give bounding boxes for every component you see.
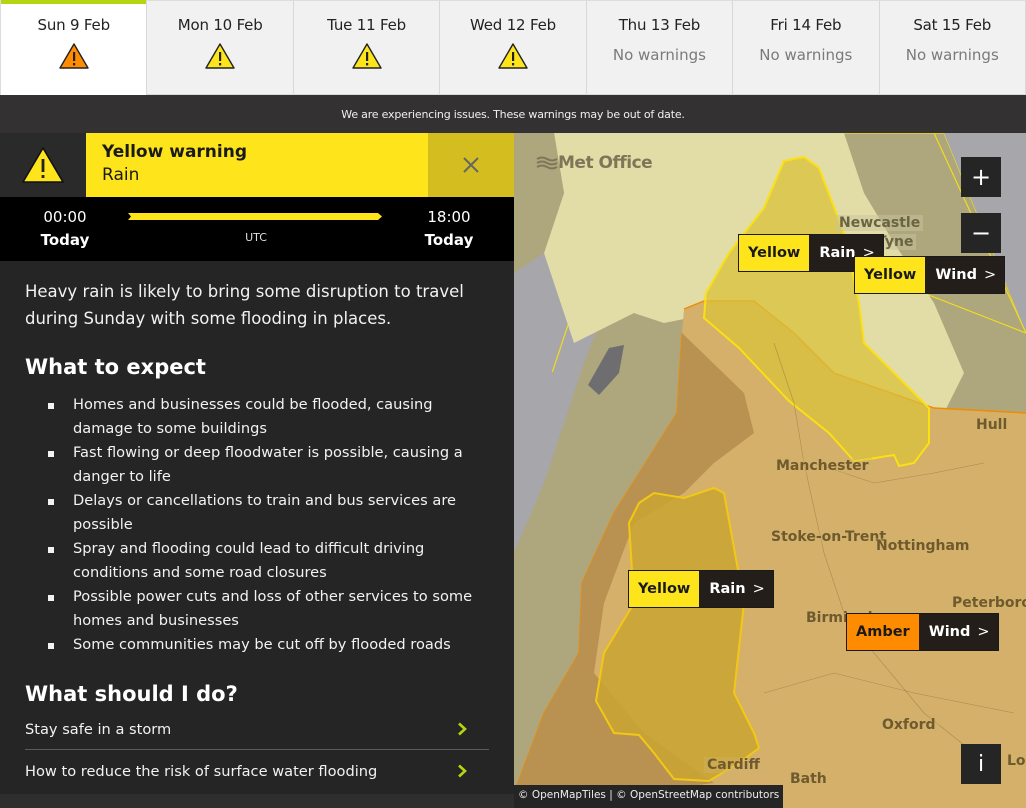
warning-header: Yellow warning Rain: [0, 133, 514, 197]
city-label: Bath: [787, 771, 830, 787]
tab-wed-12-feb[interactable]: Wed 12 Feb: [440, 1, 587, 95]
what-should-i-do-heading: What should I do?: [25, 682, 238, 706]
warning-details-panel: Yellow warning Rain 00:00 Today UTC 18:0…: [0, 133, 514, 808]
tab-thu-13-feb[interactable]: Thu 13 Feb No warnings: [586, 1, 734, 95]
timeline-start: 00:00 Today: [25, 207, 105, 253]
warning-level: Yellow: [629, 571, 700, 607]
met-office-logo-icon: [536, 156, 558, 170]
warning-level: Amber: [847, 614, 919, 650]
list-item: Delays or cancellations to train and bus…: [48, 489, 495, 537]
tab-label: Fri 14 Feb: [770, 16, 842, 34]
warning-summary: Heavy rain is likely to bring some disru…: [25, 282, 464, 328]
no-warnings-text: No warnings: [905, 46, 999, 64]
no-warnings-text: No warnings: [612, 46, 706, 64]
list-item: Fast flowing or deep floodwater is possi…: [48, 441, 495, 489]
tab-tue-11-feb[interactable]: Tue 11 Feb: [293, 1, 441, 95]
warning-icon-box: [0, 133, 86, 197]
chevron-right-icon: >: [977, 624, 990, 640]
tab-label: Mon 10 Feb: [177, 16, 263, 34]
warning-type: Rain >: [699, 571, 773, 607]
warning-chip-amber-wind[interactable]: Amber Wind >: [846, 613, 999, 651]
timezone-label: UTC: [245, 231, 267, 244]
met-office-logo: Met Office: [536, 153, 653, 173]
met-office-logo-text: Met Office: [558, 153, 653, 173]
tab-sat-15-feb[interactable]: Sat 15 Feb No warnings: [879, 1, 1026, 95]
day-tabs: Sun 9 Feb Mon 10 Feb Tue 11 Feb Wed 12 F…: [0, 0, 1026, 95]
chevron-right-icon: >: [752, 581, 765, 597]
list-item: Some communities may be cut off by flood…: [48, 633, 495, 657]
expect-list: Homes and businesses could be flooded, c…: [25, 393, 495, 657]
close-button[interactable]: [428, 133, 514, 197]
chevron-right-icon: >: [983, 267, 997, 283]
warning-chip-yellow-rain-south[interactable]: Yellow Rain >: [628, 570, 774, 608]
warning-level: Yellow: [855, 257, 926, 293]
warning-content: Heavy rain is likely to bring some disru…: [25, 278, 495, 792]
yellow-warning-icon: [498, 43, 528, 69]
tab-mon-10-feb[interactable]: Mon 10 Feb: [147, 1, 294, 95]
warning-type: Wind >: [918, 614, 998, 650]
end-day: Today: [424, 231, 474, 249]
warning-type: Rain: [102, 165, 140, 185]
city-label: Hull: [973, 417, 1011, 433]
tab-label: Wed 12 Feb: [470, 16, 556, 34]
link-label: Stay safe in a storm: [25, 720, 172, 738]
warning-type: Wind >: [925, 257, 1005, 293]
warning-type-label: Wind: [935, 267, 977, 283]
warning-type-label: Rain: [819, 245, 856, 261]
list-item: Homes and businesses could be flooded, c…: [48, 393, 495, 441]
warning-chip-yellow-wind[interactable]: Yellow Wind >: [854, 256, 1006, 294]
zoom-in-button[interactable]: +: [961, 157, 1001, 197]
list-item: Spray and flooding could lead to difficu…: [48, 537, 495, 585]
warning-title-box: Yellow warning Rain: [86, 133, 428, 197]
status-banner: We are experiencing issues. These warnin…: [0, 95, 1026, 133]
city-label: Oxford: [879, 717, 939, 733]
warnings-map[interactable]: Met Office Newcastle Tyne Hull Mancheste…: [514, 133, 1026, 808]
amber-warning-icon: [59, 43, 89, 69]
link-stay-safe-in-storm[interactable]: Stay safe in a storm: [25, 709, 489, 750]
what-to-expect-heading: What to expect: [25, 355, 206, 379]
yellow-warning-icon: [22, 147, 64, 183]
list-item: Possible power cuts and loss of other se…: [48, 585, 495, 633]
warning-type-label: Rain: [709, 581, 746, 597]
timeline-end: 18:00 Today: [409, 207, 489, 253]
start-day: Today: [40, 231, 90, 249]
link-label: How to reduce the risk of surface water …: [25, 762, 378, 780]
map-attribution[interactable]: © OpenMapTiles | © OpenStreetMap contrib…: [514, 785, 784, 808]
warning-title: Yellow warning: [102, 142, 247, 162]
yellow-warning-icon: [205, 43, 235, 69]
link-reduce-surface-water-flooding[interactable]: How to reduce the risk of surface water …: [25, 750, 489, 792]
timeline-bar: [128, 213, 382, 220]
status-banner-text: We are experiencing issues. These warnin…: [341, 107, 685, 121]
tab-label: Sat 15 Feb: [913, 16, 992, 34]
info-button[interactable]: i: [961, 744, 1001, 784]
tab-label: Thu 13 Feb: [618, 16, 701, 34]
city-label: Nottingham: [873, 538, 973, 554]
end-time: 18:00: [427, 208, 471, 226]
warning-type-label: Wind: [928, 624, 971, 640]
close-icon: [463, 157, 479, 173]
warning-level: Yellow: [739, 235, 810, 271]
no-warnings-text: No warnings: [759, 46, 853, 64]
tab-label: Tue 11 Feb: [327, 16, 406, 34]
panel-footer: [0, 794, 514, 808]
city-label: Manchester: [773, 458, 872, 474]
start-time: 00:00: [43, 208, 87, 226]
tab-fri-14-feb[interactable]: Fri 14 Feb No warnings: [733, 1, 880, 95]
yellow-warning-icon: [351, 43, 382, 69]
city-label: London: [1004, 753, 1026, 769]
tab-sun-9-feb[interactable]: Sun 9 Feb: [1, 0, 148, 95]
city-label: Cardiff: [704, 757, 763, 773]
tab-label: Sun 9 Feb: [37, 16, 111, 34]
chevron-right-icon: [458, 764, 467, 778]
city-label: Stoke-on-Trent: [768, 529, 890, 545]
chevron-right-icon: [458, 722, 467, 736]
zoom-out-button[interactable]: −: [961, 213, 1001, 253]
weather-warnings-app: Sun 9 Feb Mon 10 Feb Tue 11 Feb Wed 12 F…: [0, 0, 1026, 808]
warning-timeline: 00:00 Today UTC 18:00 Today: [0, 197, 514, 261]
city-label: Newcastle: [836, 215, 924, 231]
city-label: Peterborough: [949, 595, 1026, 611]
